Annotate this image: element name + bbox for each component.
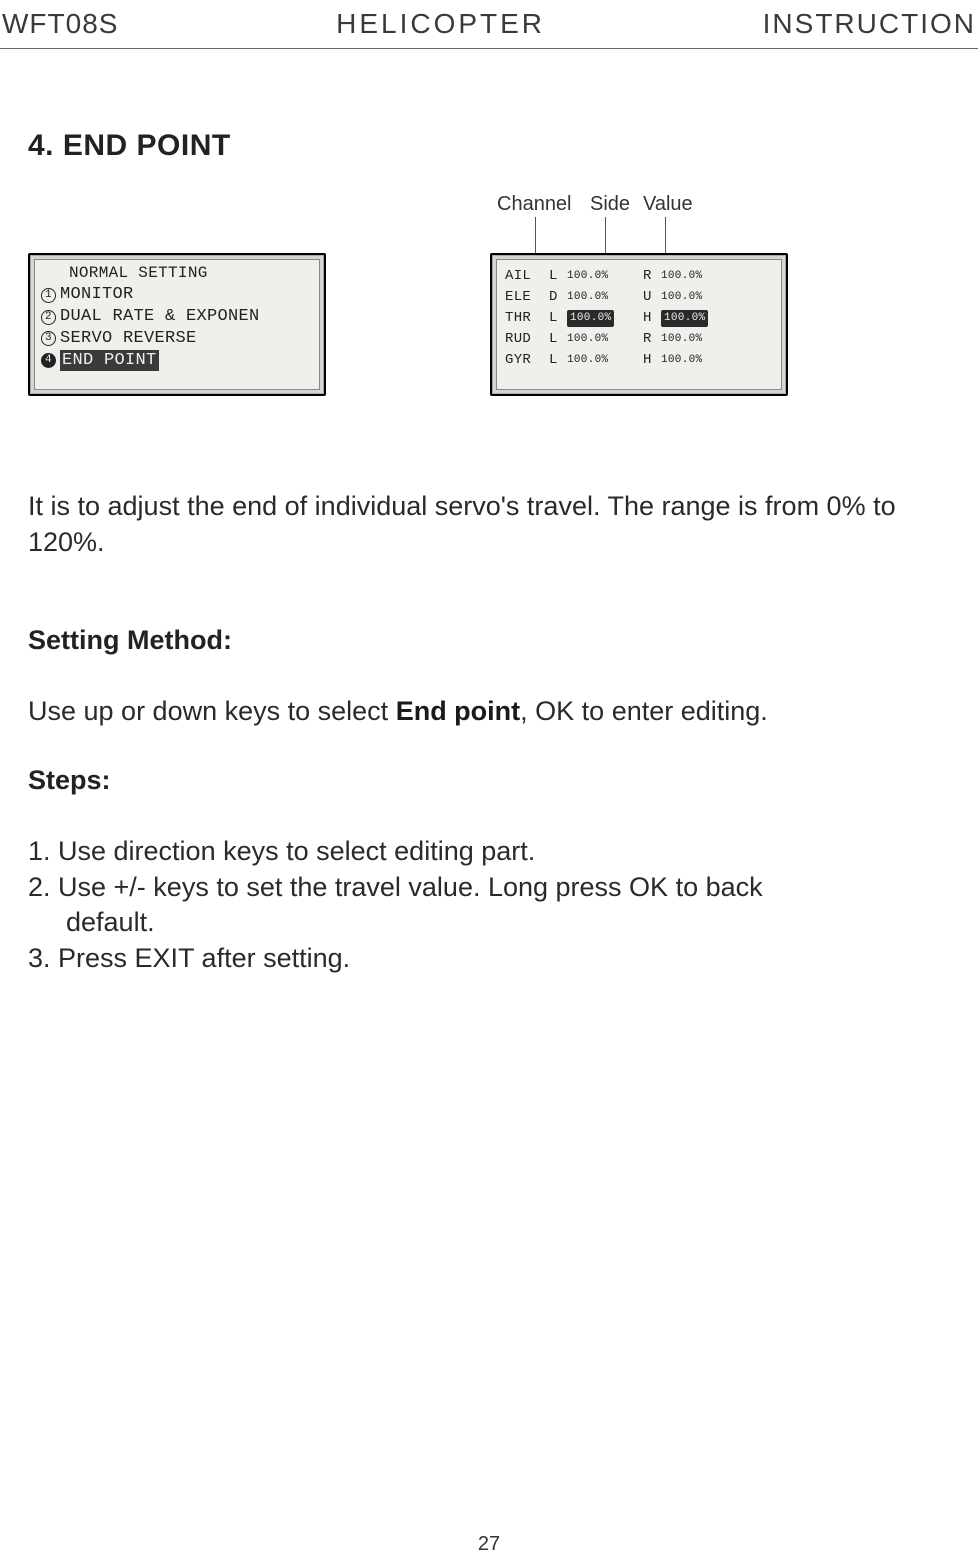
ele-val2: 100.0% (661, 289, 717, 306)
menu-label-monitor: MONITOR (60, 284, 134, 306)
menu-num-3-icon: 3 (41, 331, 56, 346)
steps-title: Steps: (28, 765, 950, 796)
step-3: 3. Press EXIT after setting. (28, 941, 950, 977)
menu-num-4-icon: 4 (41, 353, 56, 368)
callout-channel: Channel (497, 193, 572, 216)
lcd-screens-row: NORMAL SETTING 1 MONITOR 2 DUAL RATE & E… (28, 253, 950, 396)
ail-side1: L (549, 266, 567, 287)
method-pre: Use up or down keys to select (28, 696, 396, 726)
callout-tick-side (605, 217, 606, 257)
ele-side1: D (549, 287, 567, 308)
header-doc-type: INSTRUCTION (763, 8, 976, 40)
ch-ail: AIL (505, 266, 549, 287)
setting-method-title: Setting Method: (28, 625, 950, 656)
section-title: 4. END POINT (28, 129, 950, 163)
callout-labels: Channel Side Value (473, 193, 950, 253)
menu-item-servoreverse: 3 SERVO REVERSE (41, 328, 313, 350)
ch-rud: RUD (505, 329, 549, 350)
gyr-side2: H (643, 350, 661, 371)
endpoint-row-ele: ELE D 100.0% U 100.0% (505, 287, 773, 308)
step-1: 1. Use direction keys to select editing … (28, 834, 950, 870)
gyr-val2: 100.0% (661, 352, 717, 369)
rud-val1: 100.0% (567, 331, 623, 348)
menu-label-servoreverse: SERVO REVERSE (60, 328, 197, 350)
setting-method-text: Use up or down keys to select End point,… (28, 696, 950, 727)
endpoint-row-ail: AIL L 100.0% R 100.0% (505, 266, 773, 287)
menu-num-2-icon: 2 (41, 310, 56, 325)
thr-val1: 100.0% (567, 310, 614, 327)
gyr-val1: 100.0% (567, 352, 623, 369)
endpoint-row-rud: RUD L 100.0% R 100.0% (505, 329, 773, 350)
menu-label-dualrate: DUAL RATE & EXPONEN (60, 306, 260, 328)
menu-num-1-icon: 1 (41, 288, 56, 303)
rud-side1: L (549, 329, 567, 350)
lcd-screen-endpoint: AIL L 100.0% R 100.0% ELE D 100.0% U 100… (490, 253, 788, 396)
ele-val1: 100.0% (567, 289, 623, 306)
ch-thr: THR (505, 308, 549, 329)
page-content: 4. END POINT Channel Side Value NORMAL S… (0, 49, 978, 976)
step-2b: default. (28, 905, 950, 941)
rud-val2: 100.0% (661, 331, 717, 348)
ail-side2: R (643, 266, 661, 287)
endpoint-row-gyr: GYR L 100.0% H 100.0% (505, 350, 773, 371)
thr-side1: L (549, 308, 567, 329)
callout-tick-value (665, 217, 666, 257)
lcd-screen-menu: NORMAL SETTING 1 MONITOR 2 DUAL RATE & E… (28, 253, 326, 396)
callout-side: Side (590, 193, 630, 216)
header-model: WFT08S (2, 8, 118, 40)
step-2: 2. Use +/- keys to set the travel value.… (28, 870, 950, 906)
endpoint-row-thr: THR L 100.0% H 100.0% (505, 308, 773, 329)
gyr-side1: L (549, 350, 567, 371)
menu-label-endpoint: END POINT (60, 350, 159, 372)
page-header: WFT08S HELICOPTER INSTRUCTION (0, 0, 978, 49)
ch-gyr: GYR (505, 350, 549, 371)
rud-side2: R (643, 329, 661, 350)
lcd-endpoint-inner: AIL L 100.0% R 100.0% ELE D 100.0% U 100… (496, 259, 782, 390)
page-number: 27 (0, 1533, 978, 1556)
ch-ele: ELE (505, 287, 549, 308)
ail-val1: 100.0% (567, 268, 623, 285)
steps-list: 1. Use direction keys to select editing … (28, 834, 950, 977)
description-text: It is to adjust the end of individual se… (28, 488, 950, 561)
menu-item-dualrate: 2 DUAL RATE & EXPONEN (41, 306, 313, 328)
ail-val2: 100.0% (661, 268, 717, 285)
menu-item-monitor: 1 MONITOR (41, 284, 313, 306)
callout-tick-channel (535, 217, 536, 257)
callout-value: Value (643, 193, 693, 216)
lcd-menu-title: NORMAL SETTING (69, 263, 313, 283)
ele-side2: U (643, 287, 661, 308)
header-mode: HELICOPTER (336, 8, 545, 40)
method-post: , OK to enter editing. (520, 696, 768, 726)
lcd-menu-inner: NORMAL SETTING 1 MONITOR 2 DUAL RATE & E… (34, 259, 320, 390)
menu-item-endpoint: 4 END POINT (41, 350, 313, 372)
thr-val2: 100.0% (661, 310, 708, 327)
thr-side2: H (643, 308, 661, 329)
method-bold: End point (396, 696, 520, 726)
